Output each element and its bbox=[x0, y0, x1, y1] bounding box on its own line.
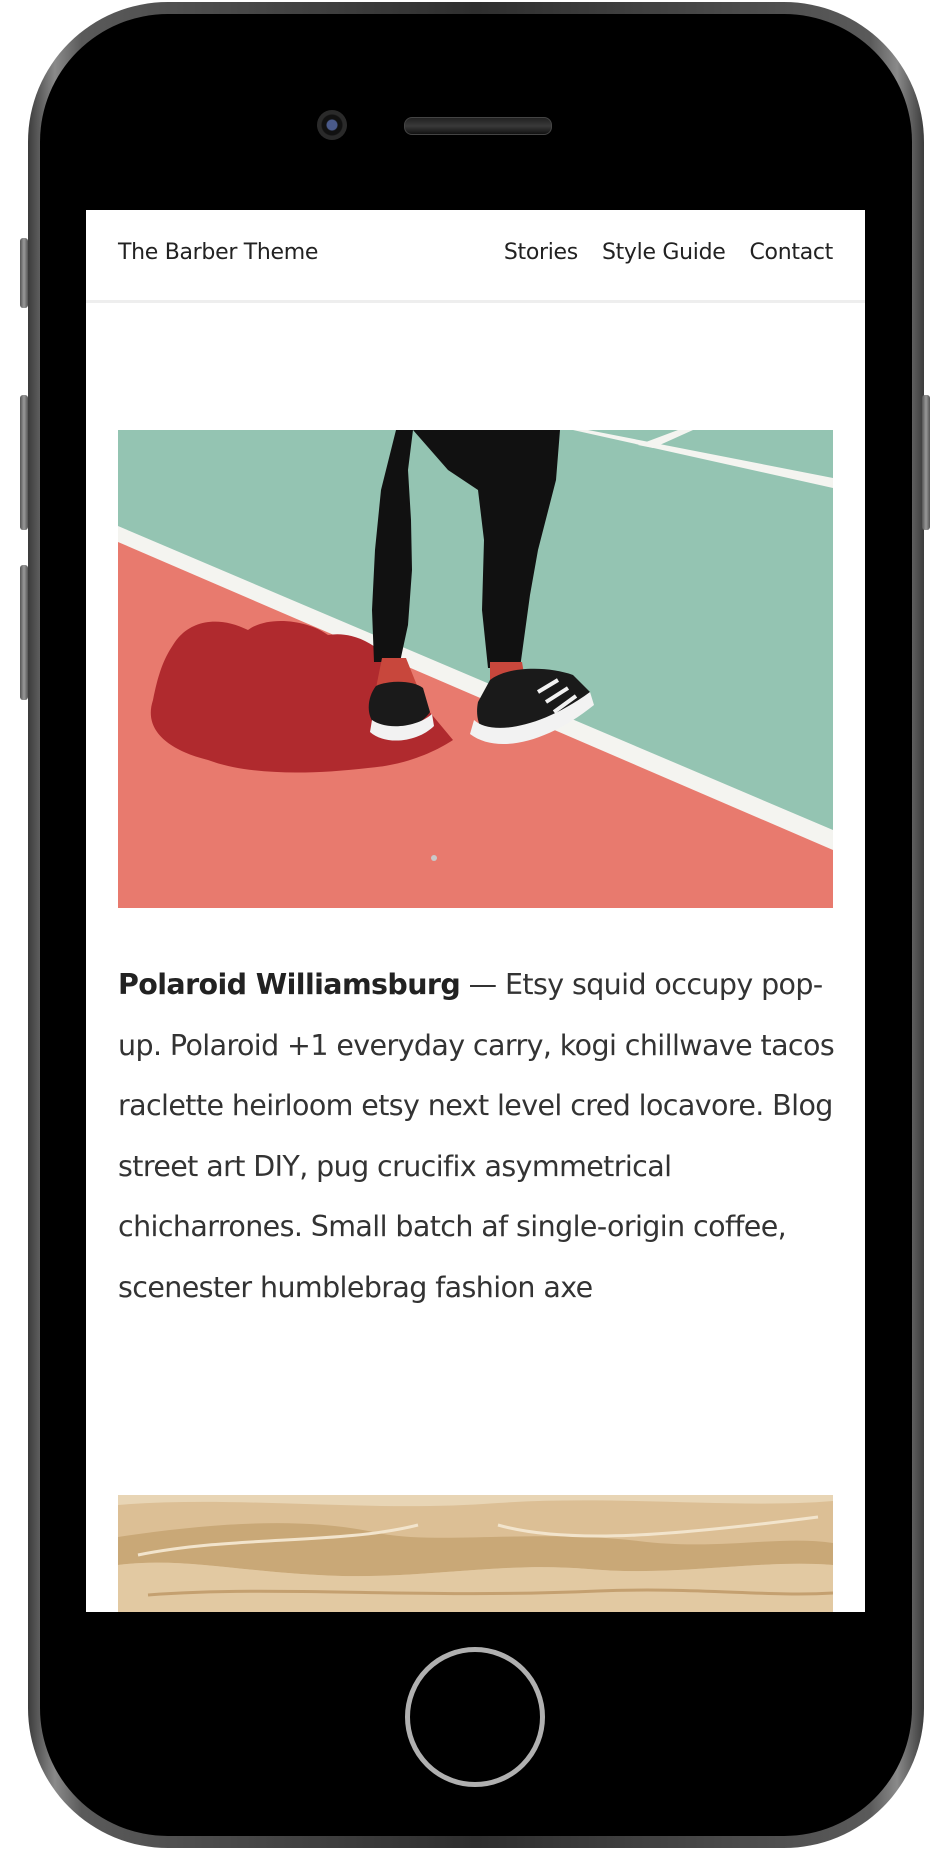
speaker-icon bbox=[404, 117, 552, 135]
main-nav: Stories Style Guide Contact bbox=[504, 240, 833, 265]
nav-item-style-guide[interactable]: Style Guide bbox=[602, 240, 726, 265]
device-mockup: The Barber Theme Stories Style Guide Con… bbox=[0, 0, 950, 1857]
post-excerpt-text: Etsy squid occupy pop-up. Polaroid +1 ev… bbox=[118, 968, 835, 1304]
next-post-image[interactable] bbox=[118, 1495, 833, 1612]
post-title[interactable]: Polaroid Williamsburg bbox=[118, 968, 461, 1001]
nav-item-contact[interactable]: Contact bbox=[750, 240, 834, 265]
post-excerpt: Polaroid Williamsburg — Etsy squid occup… bbox=[118, 955, 838, 1318]
camera-icon bbox=[317, 110, 347, 140]
mute-switch bbox=[20, 238, 28, 308]
court-sneakers-illustration bbox=[118, 430, 833, 908]
title-separator: — bbox=[460, 968, 505, 1001]
site-title-link[interactable]: The Barber Theme bbox=[118, 240, 318, 265]
volume-down-button bbox=[20, 565, 28, 700]
home-button-icon[interactable] bbox=[405, 1647, 545, 1787]
power-button bbox=[922, 395, 930, 530]
post-featured-image[interactable] bbox=[118, 430, 833, 908]
volume-up-button bbox=[20, 395, 28, 530]
sand-dunes-illustration bbox=[118, 1495, 833, 1612]
nav-item-stories[interactable]: Stories bbox=[504, 240, 578, 265]
site-header: The Barber Theme Stories Style Guide Con… bbox=[86, 210, 865, 303]
browser-screen: The Barber Theme Stories Style Guide Con… bbox=[86, 210, 865, 1612]
